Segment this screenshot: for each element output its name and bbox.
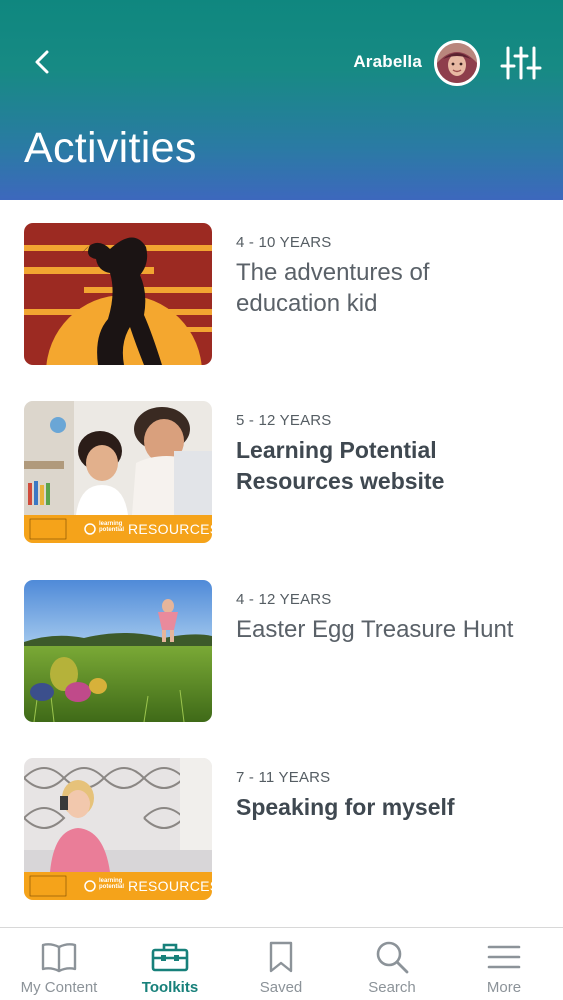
activity-title: Easter Egg Treasure Hunt bbox=[236, 616, 514, 643]
bottom-tab-bar: My Content Toolkits Saved Search More bbox=[0, 927, 563, 1000]
activity-title: The adventures of education kid bbox=[236, 259, 430, 317]
tab-toolkits[interactable]: Toolkits bbox=[114, 928, 226, 1000]
tab-label: My Content bbox=[20, 979, 98, 996]
activity-title: Speaking for myself bbox=[236, 794, 455, 820]
chevron-left-icon bbox=[35, 50, 49, 74]
list-item[interactable]: 4 - 10 YEARS The adventures of education… bbox=[0, 223, 563, 373]
activity-title: Learning Potential Resources website bbox=[236, 437, 445, 494]
app-header: Arabella Activities bbox=[0, 0, 563, 200]
user-name[interactable]: Arabella bbox=[353, 52, 422, 72]
page-title: Activities bbox=[24, 124, 197, 172]
toolbox-icon bbox=[151, 943, 189, 972]
back-button[interactable] bbox=[22, 42, 62, 82]
tab-saved[interactable]: Saved bbox=[225, 928, 337, 1000]
resources-badge: RESOURCES bbox=[128, 521, 212, 537]
age-range: 7 - 11 YEARS bbox=[236, 769, 331, 786]
list-item[interactable]: learning potential RESOURCES 7 - 11 YEAR… bbox=[0, 758, 563, 908]
activity-thumbnail: learning potential RESOURCES bbox=[24, 401, 212, 543]
age-range: 4 - 12 YEARS bbox=[236, 591, 332, 608]
brand-label: learning potential bbox=[99, 521, 124, 533]
tab-more[interactable]: More bbox=[448, 928, 560, 1000]
list-item[interactable]: learning potential RESOURCES 5 - 12 YEAR… bbox=[0, 401, 563, 551]
menu-icon bbox=[487, 945, 521, 969]
resources-badge: RESOURCES bbox=[128, 878, 212, 894]
brand-label: learning potential bbox=[99, 878, 124, 890]
sliders-icon bbox=[500, 46, 542, 80]
avatar[interactable] bbox=[434, 40, 480, 86]
search-icon bbox=[376, 941, 409, 974]
book-icon bbox=[41, 943, 77, 973]
tab-label: Search bbox=[368, 979, 416, 996]
list-item[interactable]: 4 - 12 YEARS Easter Egg Treasure Hunt bbox=[0, 580, 563, 730]
bookmark-icon bbox=[269, 941, 293, 973]
activity-thumbnail: learning potential RESOURCES bbox=[24, 758, 212, 900]
tab-label: Toolkits bbox=[141, 979, 199, 996]
age-range: 4 - 10 YEARS bbox=[236, 234, 332, 251]
filter-settings-button[interactable] bbox=[500, 42, 542, 84]
age-range: 5 - 12 YEARS bbox=[236, 412, 332, 429]
tab-label: Saved bbox=[259, 979, 303, 996]
tab-label: More bbox=[486, 979, 522, 996]
tab-search[interactable]: Search bbox=[336, 928, 448, 1000]
activity-thumbnail bbox=[24, 223, 212, 365]
tab-my-content[interactable]: My Content bbox=[3, 928, 115, 1000]
activity-thumbnail bbox=[24, 580, 212, 722]
